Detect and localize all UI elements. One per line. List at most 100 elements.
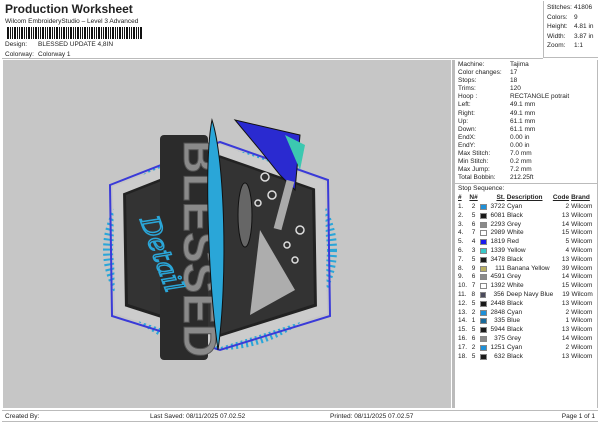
stop-cell: 632	[494, 352, 505, 360]
barcode-bar	[52, 27, 53, 39]
color-swatch	[479, 309, 487, 316]
stop-row: 2. 5 6081 Black 13 Wilcom	[458, 212, 594, 221]
barcode-bar	[117, 27, 118, 39]
stop-sequence-title: Stop Sequence:	[458, 185, 505, 193]
barcode-bar	[110, 27, 111, 39]
spec-row-value: 61.1 mm	[510, 117, 536, 125]
spec-row-label: Hoop :	[458, 93, 478, 101]
barcode-bar	[70, 27, 72, 39]
stop-cell: Deep Navy Blue	[506, 290, 554, 298]
barcode-bar	[56, 27, 58, 39]
stop-row: 17. 2 1251 Cyan 2 Wilcom	[458, 344, 594, 353]
spec-row: Color changes: 17	[458, 69, 594, 77]
barcode-bar	[103, 27, 104, 39]
stop-cell: 8	[471, 290, 476, 298]
barcode-bar	[75, 27, 76, 39]
stop-cell: 111	[495, 264, 505, 272]
color-swatch	[479, 318, 487, 325]
column-header: N#	[469, 194, 478, 202]
stop-row: 14. 1 335 Blue 1 Wilcom	[458, 317, 594, 326]
spec-row-label: Min Stitch:	[458, 158, 489, 166]
spec-row-label: Up:	[458, 117, 469, 125]
color-swatch	[479, 239, 487, 246]
color-swatch	[479, 204, 487, 210]
stop-cell: 5	[471, 255, 476, 263]
stop-row: 8. 9 111 Banana Yellow 39 Wilcom	[458, 265, 594, 274]
stop-cell: 4591	[490, 273, 505, 281]
stop-cell: Wilcom	[571, 220, 593, 228]
spec-row: Machine: Tajima	[458, 61, 594, 69]
stop-cell: 8.	[458, 264, 464, 272]
last-saved: Last Saved: 08/11/2025 07.02.52	[150, 413, 246, 420]
barcode-bar	[59, 27, 60, 39]
stop-cell: Wilcom	[571, 211, 593, 219]
design-row: Design: BLESSED UPDATE 4,8IN	[5, 41, 113, 48]
stop-row: 15. 5 5944 Black 13 Wilcom	[458, 326, 594, 335]
stop-cell: Wilcom	[571, 317, 593, 325]
spec-row: Trims: 120	[458, 85, 594, 93]
stop-cell: Grey	[506, 334, 522, 342]
barcode-bar	[14, 27, 16, 39]
spec-row-label: Max Stitch:	[458, 150, 491, 158]
color-swatch	[479, 265, 487, 272]
stop-cell: 1	[471, 317, 476, 325]
spec-row-value: 7.2 mm	[510, 166, 532, 174]
stop-cell: 2	[565, 343, 570, 351]
barcode-bar	[26, 27, 27, 39]
stop-sequence: Stop Sequence: # N# St. Description Code Bran…	[455, 184, 597, 362]
color-swatch	[479, 344, 487, 351]
spec-row-value: 0.00 in	[510, 133, 530, 141]
barcode-bar	[63, 27, 65, 39]
stop-row: 13. 2 2848 Cyan 2 Wilcom	[458, 309, 594, 318]
barcode-bar	[33, 27, 34, 39]
created-by: Created By:	[5, 413, 40, 420]
summary-row-label: Colors:	[547, 13, 568, 21]
summary-row-label: Stitches:	[547, 4, 572, 11]
color-swatch	[479, 291, 487, 298]
stop-cell: 7	[471, 282, 476, 290]
stop-cell: Wilcom	[571, 326, 593, 334]
stop-cell: 2	[471, 203, 476, 210]
spec-row-label: EndX:	[458, 133, 476, 141]
spec-row: EndY: 0.00 in	[458, 142, 594, 150]
barcode-bar	[61, 27, 62, 39]
stop-cell: 5	[471, 299, 476, 307]
color-swatch	[479, 221, 487, 228]
stop-cell: 3	[471, 246, 476, 254]
spec-row-value: 0.2 mm	[510, 158, 532, 166]
barcode-bar	[38, 27, 39, 39]
stop-cell: Yellow	[506, 246, 526, 254]
spec-row: Hoop : RECTANGLE potrait	[458, 93, 594, 101]
spec-row-label: Left:	[458, 101, 471, 109]
barcode-bar	[96, 27, 97, 39]
stop-cell: 5944	[490, 326, 505, 334]
stop-cell: 6	[471, 334, 476, 342]
column-header: #	[458, 194, 462, 202]
barcode-bar	[68, 27, 69, 39]
stop-cell: Red	[506, 238, 519, 246]
stop-cell: 14	[561, 220, 570, 228]
stop-cell: 2293	[490, 220, 505, 228]
stop-cell: 375	[494, 334, 505, 342]
color-swatch	[479, 353, 487, 360]
stop-cell: 2.	[458, 211, 464, 219]
barcode-bar	[119, 27, 121, 39]
spec-row-label: Stops:	[458, 77, 477, 85]
stop-cell: 4	[565, 246, 570, 254]
stop-cell: White	[506, 229, 524, 237]
spec-row: Stops: 18	[458, 77, 594, 85]
stop-cell: Wilcom	[571, 290, 593, 298]
stop-cell: 12.	[458, 299, 468, 307]
color-swatch	[479, 247, 487, 254]
color-swatch	[479, 230, 487, 237]
stop-cell: 5	[471, 326, 476, 334]
stop-cell: 1	[565, 317, 570, 325]
stop-cell: 1819	[490, 238, 505, 246]
spec-row-label: Down:	[458, 125, 477, 133]
spec-row: Min Stitch: 0.2 mm	[458, 158, 594, 166]
stop-cell: White	[506, 282, 524, 290]
summary-row: Height: 4.81 in	[547, 22, 595, 32]
stop-cell: 356	[493, 290, 505, 298]
color-swatch	[479, 283, 487, 290]
barcode-bar	[80, 27, 81, 39]
